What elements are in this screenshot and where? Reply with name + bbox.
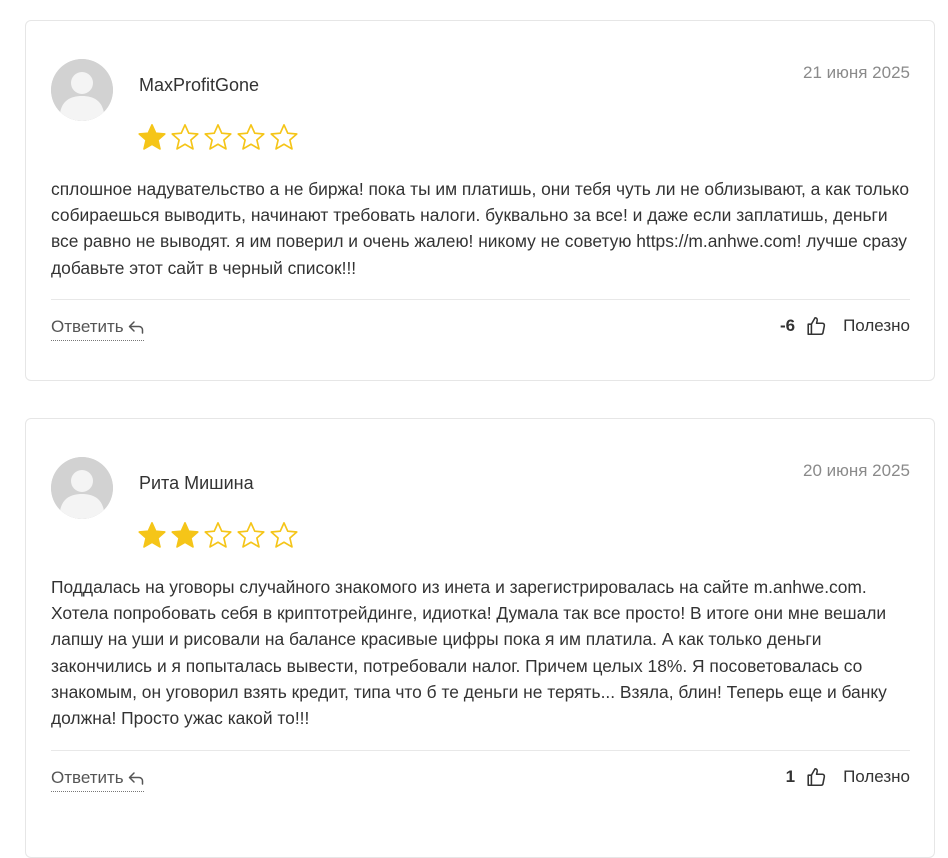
review-date: 21 июня 2025 (802, 63, 910, 82)
reply-arrow-icon (128, 320, 144, 334)
star-icon (269, 521, 299, 549)
author-name: MaxProfitGone (139, 75, 260, 95)
star-icon (203, 123, 233, 151)
avatar (51, 457, 113, 519)
review-text: Поддалась на уговоры случайного знакомог… (51, 577, 887, 729)
review-card: Рита Мишина 20 июня 2025 Поддалась на уг… (25, 418, 935, 858)
star-icon (170, 521, 200, 549)
divider (51, 299, 910, 300)
reply-label: Ответить (51, 768, 124, 787)
vote-count: 1 (785, 767, 796, 786)
star-rating (137, 521, 299, 549)
star-icon (236, 123, 266, 151)
star-icon (137, 521, 167, 549)
star-icon (203, 521, 233, 549)
user-placeholder-icon (51, 457, 113, 519)
star-icon (137, 123, 167, 151)
helpful-vote: 1 Полезно (786, 766, 910, 788)
thumbs-up-icon[interactable] (805, 315, 827, 337)
helpful-label[interactable]: Полезно (843, 767, 910, 787)
reply-button[interactable]: Ответить (51, 317, 144, 341)
helpful-vote: -6 Полезно (780, 315, 910, 337)
user-placeholder-icon (51, 59, 113, 121)
star-icon (170, 123, 200, 151)
star-icon (236, 521, 266, 549)
reply-button[interactable]: Ответить (51, 768, 144, 792)
star-icon (269, 123, 299, 151)
review-text: сплошное надувательство а не биржа! пока… (51, 179, 910, 278)
review-card: MaxProfitGone 21 июня 2025 сплошное наду… (25, 20, 935, 381)
vote-count: -6 (779, 316, 796, 335)
divider (51, 750, 910, 751)
review-date: 20 июня 2025 (802, 461, 910, 480)
author-name: Рита Мишина (139, 473, 254, 493)
star-rating (137, 123, 299, 151)
avatar (51, 59, 113, 121)
reply-label: Ответить (51, 317, 124, 336)
thumbs-up-icon[interactable] (805, 766, 827, 788)
reply-arrow-icon (128, 771, 144, 785)
helpful-label[interactable]: Полезно (843, 316, 910, 336)
